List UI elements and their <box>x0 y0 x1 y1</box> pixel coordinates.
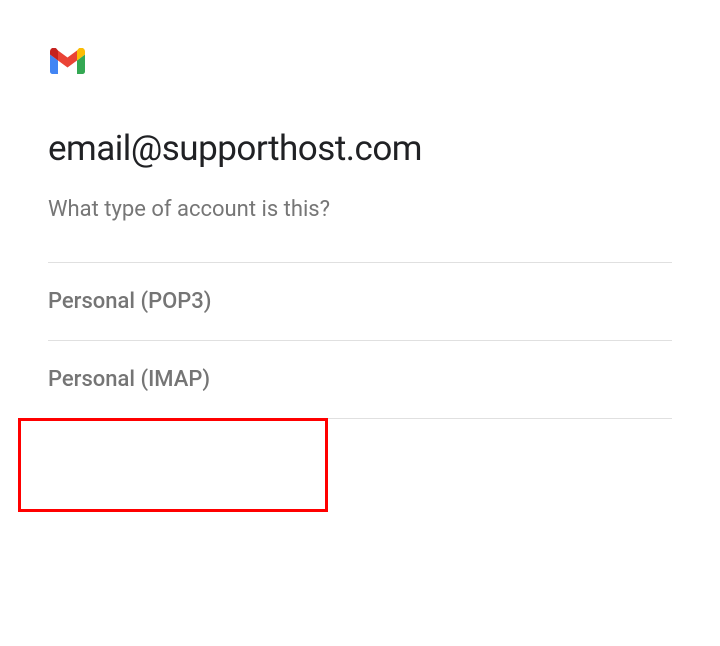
account-type-imap[interactable]: Personal (IMAP) <box>48 341 672 418</box>
gmail-logo-icon <box>50 48 672 78</box>
highlight-annotation <box>18 418 328 512</box>
option-label: Personal (IMAP) <box>48 367 210 392</box>
divider <box>48 418 672 419</box>
option-label: Personal (POP3) <box>48 289 212 314</box>
account-type-subtitle: What type of account is this? <box>48 197 672 222</box>
account-type-pop3[interactable]: Personal (POP3) <box>48 263 672 340</box>
email-address: email@supporthost.com <box>48 128 672 169</box>
